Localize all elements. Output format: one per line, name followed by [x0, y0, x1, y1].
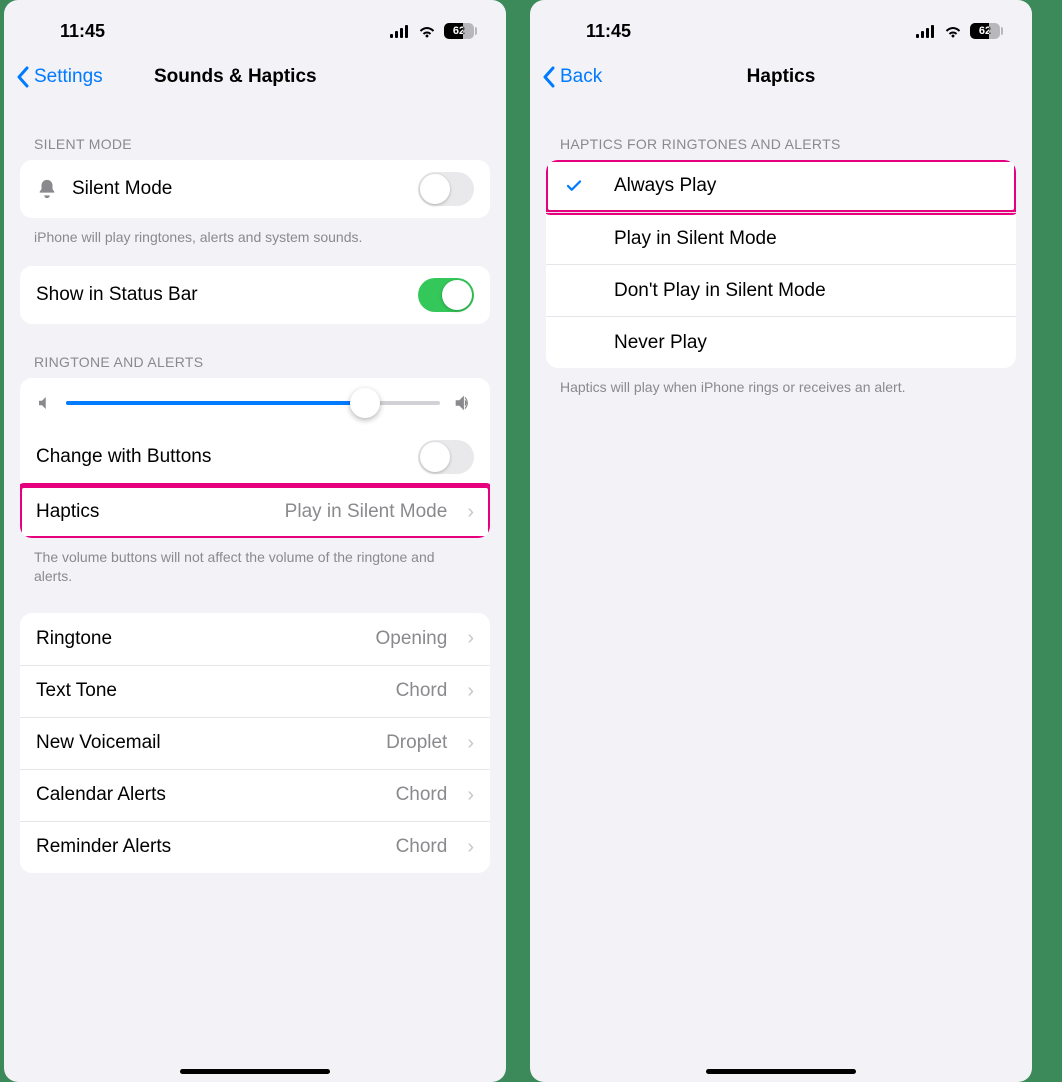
checkmark-icon [562, 177, 586, 195]
status-right: 62 [390, 23, 474, 39]
sound-value: Chord [396, 680, 448, 702]
status-bar: 11:45 62 [530, 0, 1032, 52]
ringtone-footer: The volume buttons will not affect the v… [20, 538, 490, 587]
chevron-right-icon: › [467, 732, 474, 755]
row-sound-ringtone[interactable]: Ringtone Opening › [20, 613, 490, 665]
row-volume-slider[interactable] [20, 378, 490, 428]
sound-value: Opening [375, 628, 447, 650]
sound-label: New Voicemail [36, 732, 372, 754]
chevron-right-icon: › [467, 836, 474, 859]
row-change-with-buttons[interactable]: Change with Buttons [20, 428, 490, 486]
back-button[interactable]: Back [542, 66, 602, 88]
back-label: Back [560, 66, 602, 88]
wifi-icon [417, 24, 437, 38]
show-status-toggle[interactable] [418, 278, 474, 312]
row-sound-text-tone[interactable]: Text Tone Chord › [20, 665, 490, 717]
sound-label: Calendar Alerts [36, 784, 382, 806]
row-sound-reminder-alerts[interactable]: Reminder Alerts Chord › [20, 821, 490, 873]
section-header-haptics: HAPTICS FOR RINGTONES AND ALERTS [546, 102, 1016, 160]
sound-value: Droplet [386, 732, 447, 754]
chevron-right-icon: › [467, 501, 474, 524]
chevron-right-icon: › [467, 680, 474, 703]
battery-icon: 62 [444, 23, 474, 39]
bell-icon [36, 178, 58, 200]
volume-slider[interactable] [66, 401, 440, 405]
home-indicator[interactable] [180, 1069, 330, 1074]
content-scroll[interactable]: HAPTICS FOR RINGTONES AND ALERTS Always … [530, 102, 1032, 1082]
status-time: 11:45 [60, 21, 105, 42]
option-label: Always Play [614, 175, 1000, 197]
option-never-play[interactable]: Never Play [546, 316, 1016, 368]
chevron-left-icon [542, 66, 556, 88]
volume-low-icon [36, 394, 54, 412]
group-show-status: Show in Status Bar [20, 266, 490, 324]
wifi-icon [943, 24, 963, 38]
back-label: Settings [34, 66, 103, 88]
haptics-label: Haptics [36, 501, 271, 523]
option-label: Play in Silent Mode [614, 228, 1000, 250]
group-ringtone-alerts: Change with Buttons Haptics Play in Sile… [20, 378, 490, 538]
sound-value: Chord [396, 836, 448, 858]
volume-high-icon [452, 392, 474, 414]
change-buttons-toggle[interactable] [418, 440, 474, 474]
group-sounds: RingtoneOpening›Text ToneChord›New Voice… [20, 613, 490, 873]
phone-sounds-haptics: 11:45 62 Settings Sounds & Haptics SILEN… [4, 0, 506, 1082]
chevron-right-icon: › [467, 627, 474, 650]
option-don-t-play-in-silent-mode[interactable]: Don't Play in Silent Mode [546, 264, 1016, 316]
back-button[interactable]: Settings [16, 66, 103, 88]
row-show-status-bar[interactable]: Show in Status Bar [20, 266, 490, 324]
phone-haptics-detail: 11:45 62 Back Haptics HAPTICS FOR RINGTO… [530, 0, 1032, 1082]
option-play-in-silent-mode[interactable]: Play in Silent Mode [546, 212, 1016, 264]
group-silent-mode: Silent Mode [20, 160, 490, 218]
option-label: Don't Play in Silent Mode [614, 280, 1000, 302]
change-buttons-label: Change with Buttons [36, 446, 404, 468]
option-always-play[interactable]: Always Play [546, 160, 1016, 212]
row-silent-mode[interactable]: Silent Mode [20, 160, 490, 218]
silent-mode-toggle[interactable] [418, 172, 474, 206]
show-status-label: Show in Status Bar [36, 284, 404, 306]
home-indicator[interactable] [706, 1069, 856, 1074]
nav-bar: Back Haptics [530, 52, 1032, 102]
slider-thumb[interactable] [350, 388, 380, 418]
sound-label: Ringtone [36, 628, 361, 650]
silent-mode-footer: iPhone will play ringtones, alerts and s… [20, 218, 490, 248]
content-scroll[interactable]: SILENT MODE Silent Mode iPhone will play… [4, 102, 506, 1082]
row-haptics[interactable]: Haptics Play in Silent Mode › [20, 486, 490, 538]
silent-mode-label: Silent Mode [72, 178, 404, 200]
haptics-value: Play in Silent Mode [285, 501, 448, 523]
sound-label: Text Tone [36, 680, 382, 702]
row-sound-new-voicemail[interactable]: New Voicemail Droplet › [20, 717, 490, 769]
chevron-right-icon: › [467, 784, 474, 807]
nav-bar: Settings Sounds & Haptics [4, 52, 506, 102]
status-bar: 11:45 62 [4, 0, 506, 52]
cellular-signal-icon [916, 25, 936, 38]
status-right: 62 [916, 23, 1000, 39]
section-header-ringtone: RINGTONE AND ALERTS [20, 324, 490, 378]
row-sound-calendar-alerts[interactable]: Calendar Alerts Chord › [20, 769, 490, 821]
sound-value: Chord [396, 784, 448, 806]
sound-label: Reminder Alerts [36, 836, 382, 858]
haptics-footer: Haptics will play when iPhone rings or r… [546, 368, 1016, 398]
status-time: 11:45 [586, 21, 631, 42]
group-haptics-options: Always Play Play in Silent Mode Don't Play… [546, 160, 1016, 368]
cellular-signal-icon [390, 25, 410, 38]
section-header-silent: SILENT MODE [20, 102, 490, 160]
chevron-left-icon [16, 66, 30, 88]
page-title: Haptics [530, 66, 1032, 88]
option-label: Never Play [614, 332, 1000, 354]
battery-icon: 62 [970, 23, 1000, 39]
